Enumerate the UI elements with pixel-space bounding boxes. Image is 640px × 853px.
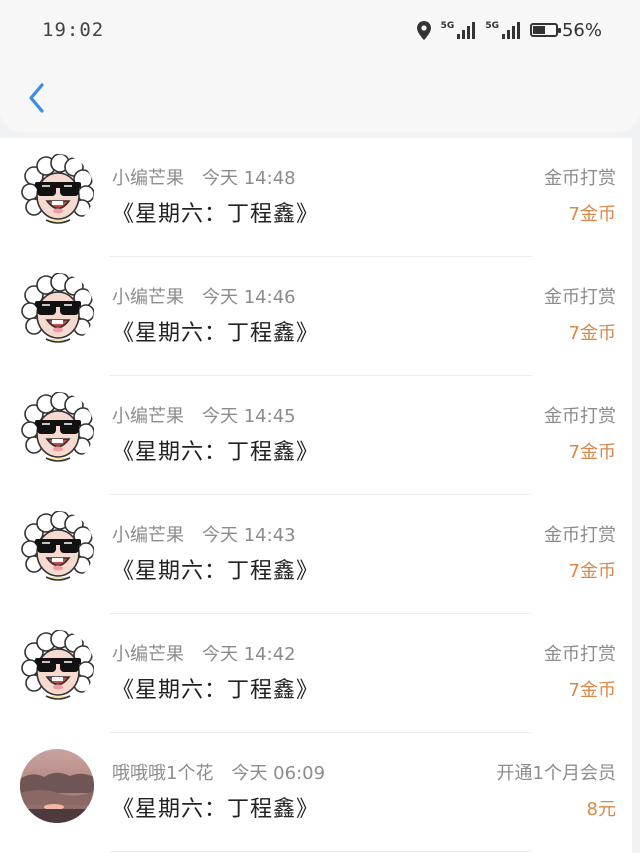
sender-line: 哦哦哦1个花 今天 06:09 xyxy=(112,759,325,785)
avatar[interactable] xyxy=(20,154,94,228)
list-item[interactable]: 小编芒果 今天 14:42 《星期六：丁程鑫》 金币打赏 7金币 xyxy=(0,614,632,733)
reward-list: 小编芒果 今天 14:48 《星期六：丁程鑫》 金币打赏 7金币 小编芒果 今天 14:4… xyxy=(0,138,632,853)
timestamp: 今天 06:09 xyxy=(231,763,326,784)
reward-type: 金币打赏 xyxy=(544,644,616,665)
list-item[interactable]: 小编芒果 今天 14:43 《星期六：丁程鑫》 金币打赏 7金币 xyxy=(0,495,632,614)
sender-name: 小编芒果 xyxy=(112,406,184,427)
location-icon xyxy=(416,20,431,40)
timestamp: 今天 14:46 xyxy=(202,287,296,308)
network-label-1: 5G xyxy=(440,20,455,31)
list-item[interactable]: 小编芒果 今天 14:48 《星期六：丁程鑫》 金币打赏 7金币 xyxy=(0,138,632,257)
back-button[interactable] xyxy=(18,78,58,118)
sender-line: 小编芒果 今天 14:43 xyxy=(112,521,296,547)
sender-line: 小编芒果 今天 14:46 xyxy=(112,283,296,309)
reward-amount: 7金币 xyxy=(568,323,616,344)
signal-icon-1: 5G xyxy=(440,20,476,39)
reward-amount: 7金币 xyxy=(568,561,616,582)
timestamp: 今天 14:43 xyxy=(202,525,296,546)
reward-amount: 7金币 xyxy=(568,680,616,701)
signal-icon-2: 5G xyxy=(485,20,520,39)
sender-line: 小编芒果 今天 14:48 xyxy=(112,164,296,190)
reward-type: 金币打赏 xyxy=(544,287,616,308)
chevron-left-icon xyxy=(29,83,44,113)
sender-name: 哦哦哦1个花 xyxy=(112,763,214,784)
reward-amount: 7金币 xyxy=(568,442,616,463)
avatar[interactable] xyxy=(20,511,94,585)
network-label-2: 5G xyxy=(485,20,499,31)
item-title: 《星期六：丁程鑫》 xyxy=(112,559,320,584)
reward-type: 开通1个月会员 xyxy=(496,763,616,784)
list-item[interactable]: 哦哦哦1个花 今天 06:09 《星期六：丁程鑫》 开通1个月会员 8元 xyxy=(0,733,632,852)
sender-name: 小编芒果 xyxy=(112,287,184,308)
status-bar: 19:02 5G 5G 56% xyxy=(0,0,640,60)
reward-amount: 8元 xyxy=(586,799,616,820)
sender-name: 小编芒果 xyxy=(112,168,184,189)
reward-type: 金币打赏 xyxy=(544,406,616,427)
sender-line: 小编芒果 今天 14:42 xyxy=(112,640,296,666)
battery-icon xyxy=(529,23,561,37)
timestamp: 今天 14:42 xyxy=(202,644,296,665)
timestamp: 今天 14:48 xyxy=(202,168,296,189)
scrollbar[interactable] xyxy=(632,138,640,853)
avatar[interactable] xyxy=(20,392,94,466)
item-title: 《星期六：丁程鑫》 xyxy=(112,678,320,703)
list-item[interactable]: 小编芒果 今天 14:45 《星期六：丁程鑫》 金币打赏 7金币 xyxy=(0,376,632,495)
avatar[interactable] xyxy=(20,630,94,704)
header xyxy=(0,60,640,132)
battery-percent: 56% xyxy=(561,19,602,41)
item-title: 《星期六：丁程鑫》 xyxy=(112,797,320,822)
item-title: 《星期六：丁程鑫》 xyxy=(112,202,320,227)
sender-name: 小编芒果 xyxy=(112,644,184,665)
avatar[interactable] xyxy=(20,273,94,347)
sender-name: 小编芒果 xyxy=(112,525,184,546)
battery-indicator: 56% xyxy=(529,19,602,41)
reward-amount: 7金币 xyxy=(568,204,616,225)
timestamp: 今天 14:45 xyxy=(202,406,296,427)
reward-type: 金币打赏 xyxy=(544,525,616,546)
reward-type: 金币打赏 xyxy=(544,168,616,189)
status-icons: 5G 5G 56% xyxy=(416,19,602,41)
list-item[interactable]: 小编芒果 今天 14:46 《星期六：丁程鑫》 金币打赏 7金币 xyxy=(0,257,632,376)
item-title: 《星期六：丁程鑫》 xyxy=(112,440,320,465)
item-title: 《星期六：丁程鑫》 xyxy=(112,321,320,346)
sender-line: 小编芒果 今天 14:45 xyxy=(112,402,296,428)
avatar[interactable] xyxy=(20,749,94,823)
status-time: 19:02 xyxy=(42,19,105,41)
divider xyxy=(110,851,532,852)
